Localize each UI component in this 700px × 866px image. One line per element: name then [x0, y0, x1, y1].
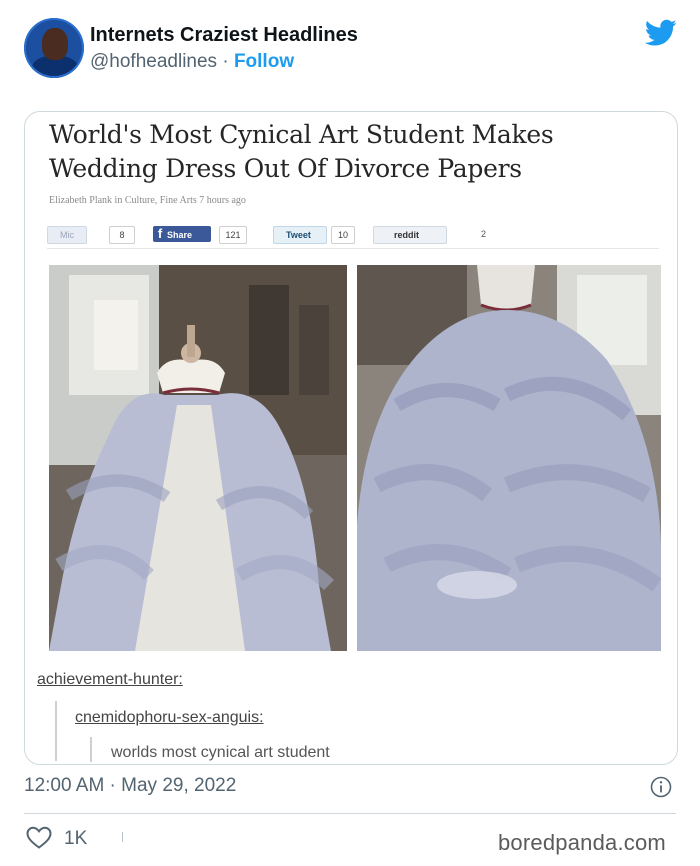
- avatar[interactable]: [24, 18, 84, 78]
- dress-photo-back: [357, 265, 661, 651]
- source-watermark: boredpanda.com: [498, 830, 666, 855]
- facebook-icon: f: [157, 226, 163, 241]
- tweet-timestamp[interactable]: 12:00 AM · May 29, 2022: [24, 775, 236, 797]
- comment-author-2: cnemidophoru-sex-anguis:: [75, 709, 264, 726]
- twitter-bird-icon[interactable]: [645, 19, 677, 47]
- handle-separator: ·: [222, 51, 229, 72]
- share-bar: Mic 8 f Share 121 Tweet 10 reddit 2: [47, 222, 659, 249]
- handle-line: @hofheadlines · Follow: [90, 51, 294, 73]
- reddit-share-label: reddit: [394, 230, 420, 240]
- article-headline-line1: World's Most Cynical Art Student Makes: [49, 120, 554, 149]
- comment-thread-line: [55, 701, 57, 761]
- embedded-image-card[interactable]: World's Most Cynical Art Student Makes W…: [24, 111, 678, 765]
- facebook-share-button: f Share: [153, 226, 211, 242]
- action-separator: [122, 832, 123, 842]
- like-count-label[interactable]: 1K: [64, 828, 87, 850]
- tweet-divider: [24, 813, 676, 814]
- other-share-count: 2: [481, 229, 487, 239]
- tweet-share-label: Tweet: [286, 230, 311, 240]
- like-count: 8: [109, 226, 135, 244]
- facebook-count: 121: [219, 226, 247, 244]
- follow-button[interactable]: Follow: [234, 51, 294, 72]
- user-handle[interactable]: @hofheadlines: [90, 51, 217, 72]
- like-share-label: Mic: [60, 230, 74, 240]
- dress-photo-front: [49, 265, 347, 651]
- dress-photo-back-illustration: [357, 265, 661, 651]
- dress-photo-front-illustration: [49, 265, 347, 651]
- tweet-count: 10: [331, 226, 355, 244]
- reddit-share-button: reddit: [373, 226, 447, 244]
- like-share-button: Mic: [47, 226, 87, 244]
- article-headline: World's Most Cynical Art Student Makes W…: [49, 118, 649, 186]
- comment-thread-line-nested: [90, 737, 92, 762]
- info-icon[interactable]: [650, 776, 672, 798]
- facebook-share-label: Share: [167, 230, 193, 240]
- comment-text: worlds most cynical art student: [111, 744, 330, 761]
- avatar-ring: [24, 18, 84, 78]
- tweet-share-button: Tweet: [273, 226, 327, 244]
- article-byline: Elizabeth Plank in Culture, Fine Arts 7 …: [49, 195, 246, 206]
- tweet-header: Internets Craziest Headlines @hofheadlin…: [0, 0, 700, 100]
- comment-author-1: achievement-hunter:: [37, 671, 183, 688]
- heart-icon[interactable]: [26, 826, 52, 850]
- display-name[interactable]: Internets Craziest Headlines: [90, 24, 358, 47]
- article-headline-line2: Wedding Dress Out Of Divorce Papers: [49, 154, 522, 183]
